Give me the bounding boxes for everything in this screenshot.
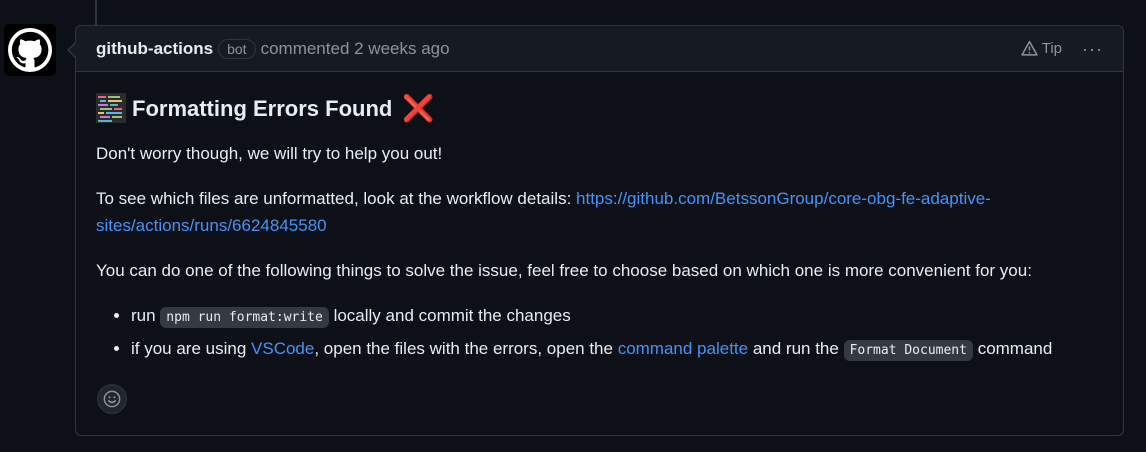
warning-triangle-icon [1021, 40, 1038, 56]
solution-list: run npm run format:write locally and com… [96, 302, 1103, 364]
author-link[interactable]: github-actions [96, 39, 213, 59]
list-item: run npm run format:write locally and com… [131, 302, 1103, 331]
more-options-icon[interactable]: ··· [1082, 40, 1103, 58]
github-logo-icon [8, 28, 52, 72]
vscode-link[interactable]: VSCode [251, 339, 314, 358]
bot-badge: bot [218, 38, 256, 59]
smiley-icon [103, 390, 121, 408]
comment-heading: Formatting Errors Found ❌ [96, 90, 1103, 126]
paragraph-workflow: To see which files are unformatted, look… [96, 185, 1103, 239]
add-reaction-button[interactable] [97, 384, 127, 414]
item-text: run [131, 306, 161, 325]
comment-timestamp[interactable]: commented 2 weeks ago [261, 39, 450, 59]
tip-button[interactable]: Tip [1021, 40, 1062, 57]
cross-mark-icon: ❌ [402, 92, 435, 123]
item-text: , open the files with the errors, open t… [314, 339, 618, 358]
avatar[interactable] [4, 24, 56, 76]
item-text: locally and commit the changes [328, 306, 571, 325]
item-text: if you are using [131, 339, 252, 358]
header-actions: Tip ··· [1021, 40, 1103, 58]
paragraph-instructions: You can do one of the following things t… [96, 261, 1032, 280]
code-snippet: Format Document [843, 340, 973, 361]
comment-header: github-actions bot commented 2 weeks ago… [76, 26, 1123, 72]
item-text: and run the [748, 339, 844, 358]
comment-arrow-inner [69, 42, 77, 58]
heading-text: Formatting Errors Found [132, 95, 393, 121]
list-item: if you are using VSCode, open the files … [131, 335, 1103, 364]
code-snippet: npm run format:write [160, 307, 329, 328]
command-palette-link[interactable]: command palette [618, 339, 748, 358]
item-text: command [972, 339, 1053, 358]
workflow-text: To see which files are unformatted, look… [96, 189, 577, 208]
comment-body: Formatting Errors Found ❌ Don't worry th… [76, 72, 1123, 364]
tip-label: Tip [1041, 40, 1063, 57]
timeline-line [95, 0, 97, 25]
comment-container: github-actions bot commented 2 weeks ago… [67, 25, 1124, 436]
code-lines-icon [96, 93, 126, 123]
paragraph-reassurance: Don't worry though, we will try to help … [96, 144, 443, 163]
